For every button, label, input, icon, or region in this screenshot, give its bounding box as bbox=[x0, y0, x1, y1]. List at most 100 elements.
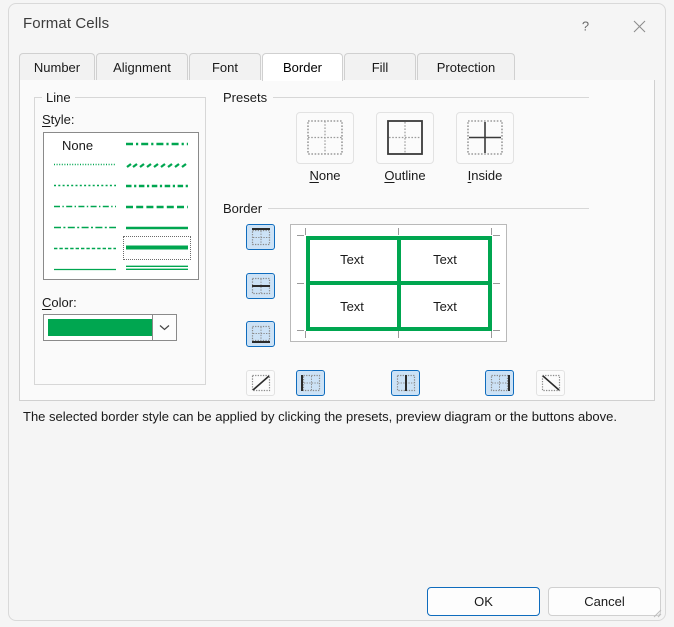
line-style-dotted-fine[interactable] bbox=[54, 154, 116, 174]
line-group-legend: Line bbox=[42, 90, 75, 105]
title-bar: Format Cells ? bbox=[9, 4, 665, 48]
style-label: Style: bbox=[42, 112, 75, 127]
border-left-icon bbox=[300, 374, 320, 392]
presets-divider bbox=[273, 97, 589, 98]
line-style-dash-dot-dot-thin[interactable] bbox=[54, 217, 116, 237]
border-diagonal-up-button[interactable] bbox=[246, 370, 275, 396]
border-top-icon bbox=[251, 228, 270, 246]
border-right-button[interactable] bbox=[485, 370, 514, 396]
preset-outline-icon bbox=[387, 120, 423, 155]
preset-inside-button[interactable] bbox=[456, 112, 514, 164]
border-divider bbox=[268, 208, 589, 209]
line-swatch-dashed-medium bbox=[126, 205, 188, 209]
tick-left-middle bbox=[297, 283, 304, 284]
border-bottom-button[interactable] bbox=[246, 321, 275, 347]
border-diagonal-up-icon bbox=[251, 374, 270, 392]
line-swatch-double bbox=[126, 265, 188, 271]
line-style-dash-dot-thin[interactable] bbox=[54, 196, 116, 216]
line-swatch-slant-dash-dot bbox=[126, 163, 187, 168]
line-swatch-dash-dot-medium bbox=[126, 142, 188, 146]
line-swatch-dashed-thin bbox=[54, 247, 116, 250]
preview-cell-bottom-right[interactable]: Text bbox=[399, 283, 491, 330]
border-diagonal-down-button[interactable] bbox=[536, 370, 565, 396]
line-swatch-dash-dot-thin bbox=[54, 205, 116, 208]
cancel-button[interactable]: Cancel bbox=[548, 587, 661, 616]
tab-protection[interactable]: Protection bbox=[417, 53, 515, 80]
tick-top-right bbox=[491, 228, 492, 235]
border-top-button[interactable] bbox=[246, 224, 275, 250]
line-style-dotted[interactable] bbox=[54, 175, 116, 195]
line-style-none-label: None bbox=[62, 138, 94, 153]
color-label: Color: bbox=[42, 295, 77, 310]
tab-border[interactable]: Border bbox=[262, 53, 343, 81]
preview-cell-bottom-left[interactable]: Text bbox=[306, 283, 398, 330]
preset-none-icon bbox=[307, 120, 343, 155]
border-legend: Border bbox=[219, 201, 267, 216]
line-swatch-dash-dot-dot-thin bbox=[54, 226, 116, 229]
tick-right-top bbox=[493, 235, 500, 236]
help-icon[interactable]: ? bbox=[563, 4, 607, 48]
tick-right-bottom bbox=[493, 330, 500, 331]
tick-left-bottom bbox=[297, 330, 304, 331]
preset-outline-button[interactable] bbox=[376, 112, 434, 164]
tick-bottom-right bbox=[491, 331, 492, 338]
tab-alignment[interactable]: Alignment bbox=[96, 53, 188, 80]
preset-none-label: None bbox=[309, 168, 341, 183]
svg-text:?: ? bbox=[581, 20, 588, 33]
preview-cell-grid: Text Text Text Text bbox=[297, 228, 500, 338]
border-vertical-button[interactable] bbox=[391, 370, 420, 396]
line-swatch-dotted-fine bbox=[54, 163, 116, 166]
border-tab-panel: Line Style: None Color: Presets None Out… bbox=[19, 80, 655, 401]
hint-text: The selected border style can be applied… bbox=[23, 409, 618, 424]
page-title: Format Cells bbox=[23, 15, 110, 32]
close-icon[interactable] bbox=[617, 4, 661, 48]
line-style-double[interactable] bbox=[126, 259, 188, 279]
border-color-picker[interactable] bbox=[43, 314, 177, 341]
border-right-icon bbox=[490, 374, 510, 392]
resize-grip-icon[interactable] bbox=[650, 606, 662, 618]
border-left-button[interactable] bbox=[296, 370, 325, 396]
chevron-down-icon[interactable] bbox=[152, 315, 176, 340]
border-horizontal-button[interactable] bbox=[246, 273, 275, 299]
border-preview-diagram[interactable]: Text Text Text Text bbox=[290, 224, 507, 342]
color-swatch bbox=[48, 319, 156, 336]
line-swatch-dotted bbox=[54, 184, 116, 187]
line-style-dash-dot-medium[interactable] bbox=[126, 133, 188, 153]
line-swatch-solid-thick bbox=[126, 245, 188, 250]
preview-border-vertical[interactable] bbox=[397, 236, 401, 331]
ok-button[interactable]: OK bbox=[427, 587, 540, 616]
line-swatch-solid-medium bbox=[126, 226, 188, 230]
tick-bottom-center bbox=[398, 331, 399, 338]
line-swatch-hairline bbox=[54, 268, 116, 271]
line-style-slant-dash-dot[interactable] bbox=[126, 154, 188, 174]
line-style-dash-dot-dot-medium[interactable] bbox=[126, 175, 188, 195]
border-vertical-icon bbox=[396, 374, 415, 392]
tab-font[interactable]: Font bbox=[189, 53, 261, 80]
line-style-dashed-medium[interactable] bbox=[126, 196, 188, 216]
border-diagonal-down-icon bbox=[541, 374, 560, 392]
preset-outline-label: Outline bbox=[384, 168, 426, 183]
tab-fill[interactable]: Fill bbox=[344, 53, 416, 80]
line-style-solid-thick[interactable] bbox=[123, 236, 191, 260]
preset-inside-label: Inside bbox=[467, 168, 503, 183]
tick-top-center bbox=[398, 228, 399, 235]
format-cells-dialog: Format Cells ? Number Alignment Font Bor… bbox=[8, 3, 666, 621]
preview-cell-top-right[interactable]: Text bbox=[399, 236, 491, 283]
line-style-hairline[interactable] bbox=[54, 259, 116, 279]
border-horizontal-icon bbox=[251, 277, 270, 295]
line-swatch-dash-dot-dot-medium bbox=[126, 184, 188, 188]
preview-cell-top-left[interactable]: Text bbox=[306, 236, 398, 283]
tick-top-left bbox=[305, 228, 306, 235]
presets-legend: Presets bbox=[219, 90, 272, 105]
tick-left-top bbox=[297, 235, 304, 236]
line-style-listbox[interactable]: None bbox=[43, 132, 199, 280]
tick-bottom-left bbox=[305, 331, 306, 338]
tab-strip: Number Alignment Font Border Fill Protec… bbox=[19, 53, 655, 81]
tick-right-middle bbox=[493, 283, 500, 284]
preset-none-button[interactable] bbox=[296, 112, 354, 164]
border-bottom-icon bbox=[251, 325, 270, 343]
tab-number[interactable]: Number bbox=[19, 53, 95, 80]
preset-inside-icon bbox=[467, 120, 503, 155]
line-style-solid-medium[interactable] bbox=[126, 217, 188, 237]
line-style-dashed-thin[interactable] bbox=[54, 238, 116, 258]
